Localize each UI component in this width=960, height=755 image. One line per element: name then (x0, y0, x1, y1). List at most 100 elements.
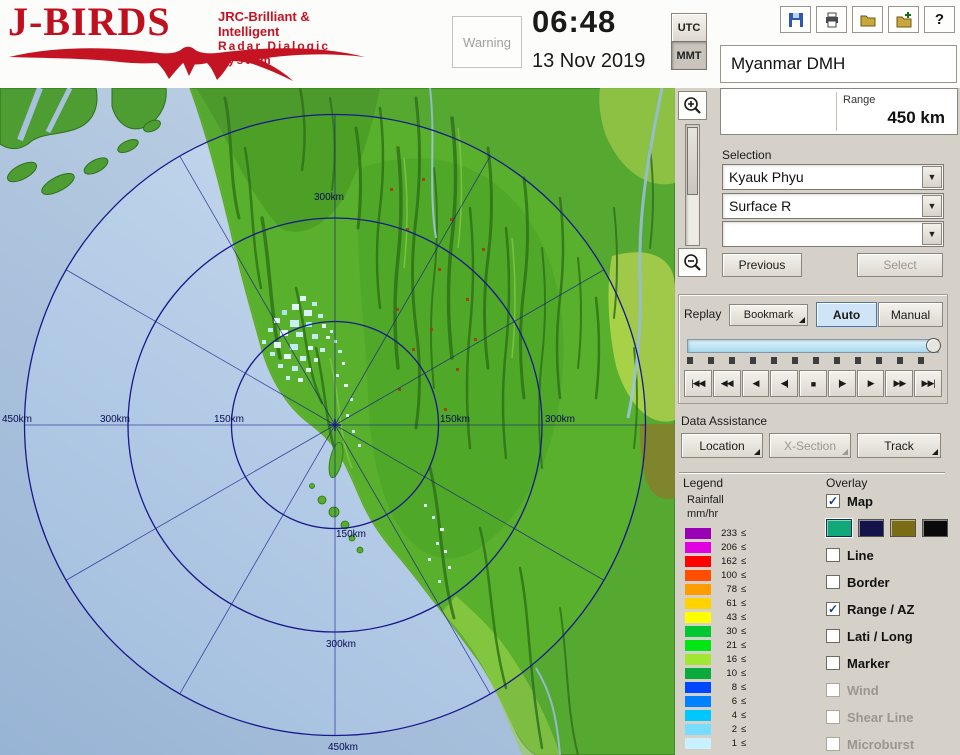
legend-row: 4≤ (685, 708, 746, 722)
track-button[interactable]: Track (857, 433, 941, 458)
play-button[interactable]: ▶ (857, 370, 885, 397)
legend-leq-sign: ≤ (741, 724, 746, 735)
legend-leq-sign: ≤ (741, 542, 746, 553)
range-label-bottom-450: 450km (328, 742, 358, 753)
checkbox (826, 737, 840, 751)
legend-leq-sign: ≤ (741, 738, 746, 749)
legend-leq-sign: ≤ (741, 570, 746, 581)
previous-button[interactable]: Previous (722, 253, 802, 277)
chevron-down-icon[interactable]: ▼ (922, 195, 942, 217)
map-scheme-swatch[interactable] (890, 519, 916, 537)
select-label: Select (883, 258, 916, 272)
overlay-label: Marker (847, 656, 890, 671)
chevron-down-icon[interactable]: ▼ (922, 166, 942, 188)
location-button[interactable]: Location (681, 433, 763, 458)
radar-map-viewport[interactable]: 450km 300km 150km 150km 300km 300km 150k… (0, 88, 675, 755)
clock-time: 06:48 (532, 4, 616, 40)
range-value: 450 km (887, 108, 945, 128)
replay-timeline-slider[interactable] (687, 339, 939, 353)
play-reverse-button[interactable]: ◀ (742, 370, 770, 397)
previous-label: Previous (739, 258, 786, 272)
bookmark-button[interactable]: Bookmark (729, 304, 808, 326)
auto-mode-button[interactable]: Auto (816, 302, 877, 327)
map-scheme-swatch[interactable] (922, 519, 948, 537)
overlay-item-marker[interactable]: Marker (826, 654, 956, 672)
zoom-in-button[interactable] (678, 91, 707, 120)
zoom-slider-track[interactable] (685, 124, 700, 246)
xsection-button[interactable]: X-Section (769, 433, 851, 458)
jbirds-app: J-BIRDS JRC-Brilliant & Intelligent Rada… (0, 0, 960, 755)
print-button[interactable] (816, 6, 847, 33)
open-folder-button[interactable] (852, 6, 883, 33)
overlay-item-map[interactable]: ✓ Map (826, 492, 956, 510)
zoom-out-button[interactable] (678, 248, 707, 277)
range-label-left-300: 300km (100, 414, 130, 425)
overlay-item-lati-long[interactable]: Lati / Long (826, 627, 956, 645)
add-folder-button[interactable] (888, 6, 919, 33)
warning-label: Warning (463, 35, 511, 50)
checkbox[interactable] (826, 548, 840, 562)
legend-swatch (685, 738, 711, 749)
checkbox[interactable] (826, 629, 840, 643)
legend-row: 2≤ (685, 722, 746, 736)
stop-icon: ■ (811, 379, 815, 389)
legend-row: 61 ≤ (685, 596, 746, 610)
select-button[interactable]: Select (857, 253, 943, 277)
save-button[interactable] (780, 6, 811, 33)
help-button[interactable]: ? (924, 6, 955, 33)
zoom-slider-thumb[interactable] (687, 127, 698, 195)
station-title-box: Myanmar DMH (720, 45, 957, 83)
checkbox[interactable]: ✓ (826, 602, 840, 616)
location-label: Location (699, 439, 744, 453)
overlay-item-border[interactable]: Border (826, 573, 956, 591)
checkbox[interactable] (826, 575, 840, 589)
checkbox[interactable] (826, 656, 840, 670)
legend-row: 43≤ (685, 610, 746, 624)
chevron-down-icon[interactable]: ▼ (922, 223, 942, 245)
mmt-toggle-button[interactable]: MMT (671, 41, 707, 70)
legend-value: 162 (715, 556, 737, 567)
rewind-to-start-button[interactable]: |◀◀ (684, 370, 712, 397)
play-reverse-icon: ◀ (752, 378, 758, 389)
map-scheme-swatch[interactable] (826, 519, 852, 537)
help-icon: ? (935, 11, 944, 28)
legend-unit-line1: Rainfall (687, 494, 724, 506)
skip-to-end-button[interactable]: ▶▶| (914, 370, 942, 397)
zoom-out-icon (683, 253, 702, 272)
warning-indicator[interactable]: Warning (452, 16, 522, 68)
legend-row: 8≤ (685, 680, 746, 694)
legend-row: 78≤ (685, 582, 746, 596)
overlay-item-microburst: Microburst (826, 735, 956, 753)
utc-toggle-button[interactable]: UTC (671, 13, 707, 42)
overlay-label: Border (847, 575, 890, 590)
product-select[interactable]: Surface R ▼ (722, 193, 944, 219)
overlay-item-line[interactable]: Line (826, 546, 956, 564)
range-label-right-300: 300km (545, 414, 575, 425)
step-back-button[interactable]: ◀| (770, 370, 798, 397)
legend-swatch (685, 640, 711, 651)
legend-row: 30≤ (685, 624, 746, 638)
replay-slider-thumb[interactable] (926, 338, 941, 353)
step-forward-button[interactable]: |▶ (828, 370, 856, 397)
legend-row: 10≤ (685, 666, 746, 680)
legend-value: 61 (715, 598, 737, 609)
checkbox[interactable]: ✓ (826, 494, 840, 508)
legend-value: 10 (715, 668, 737, 679)
overlay-item-wind: Wind (826, 681, 956, 699)
stop-button[interactable]: ■ (799, 370, 827, 397)
legend-value: 1 (715, 738, 737, 749)
option-select[interactable]: ▼ (722, 221, 944, 247)
legend-leq-sign: ≤ (741, 598, 746, 609)
fast-forward-button[interactable]: ▶▶ (885, 370, 913, 397)
fast-rewind-button[interactable]: ◀◀ (713, 370, 741, 397)
skip-to-end-icon: ▶▶| (922, 378, 935, 389)
station-select[interactable]: Kyauk Phyu ▼ (722, 164, 944, 190)
legend-leq-sign: ≤ (741, 584, 746, 595)
manual-mode-button[interactable]: Manual (878, 302, 943, 327)
product-select-value: Surface R (723, 198, 921, 214)
map-scheme-swatch[interactable] (858, 519, 884, 537)
data-assistance-section-label: Data Assistance (681, 414, 767, 428)
overlay-label: Map (847, 494, 873, 509)
overlay-item-range-az[interactable]: ✓ Range / AZ (826, 600, 956, 618)
overlay-label: Wind (847, 683, 879, 698)
